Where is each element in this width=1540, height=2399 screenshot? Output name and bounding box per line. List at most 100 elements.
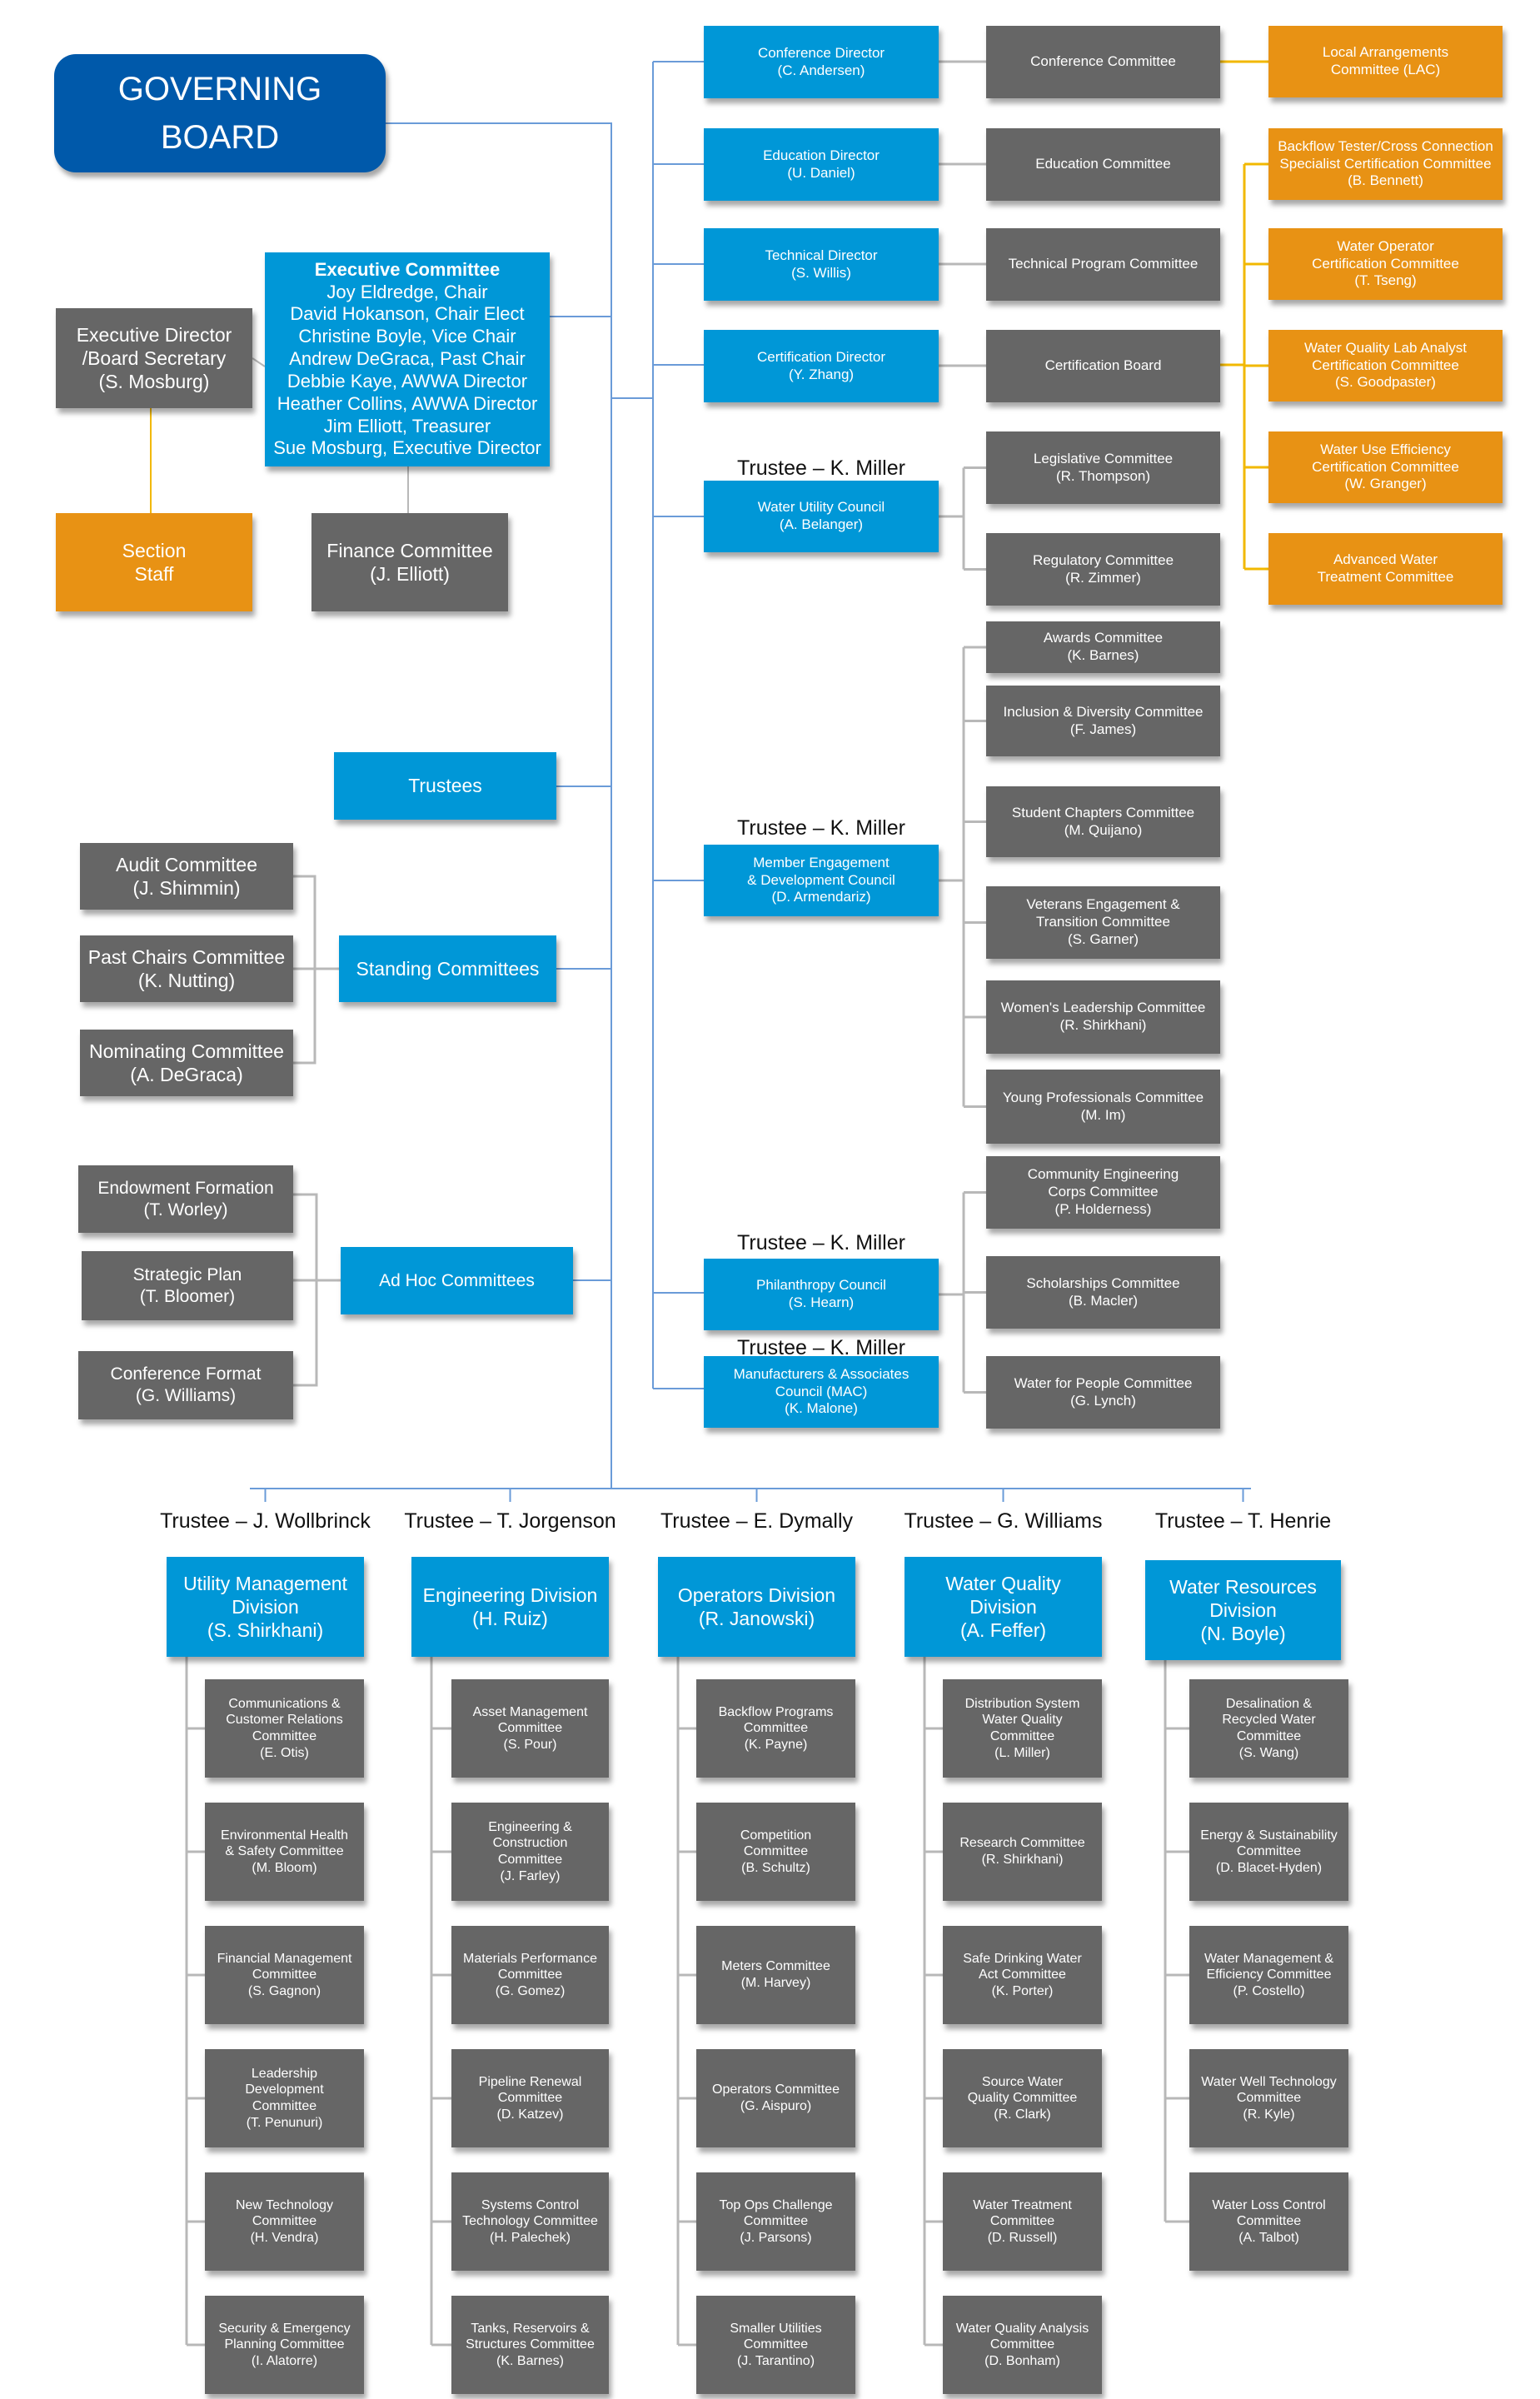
executive-committee[interactable]: Executive Committee Joy Eldredge, Chair Da…: [265, 252, 550, 466]
council-committee[interactable]: Awards Committee (K. Barnes): [986, 621, 1220, 673]
certification-committee[interactable]: Backflow Tester/Cross Connection Speciali…: [1268, 128, 1503, 200]
division-committee[interactable]: Water Quality Analysis Committee (D. Bonha…: [943, 2296, 1102, 2394]
director-committee[interactable]: Education Committee: [986, 128, 1220, 201]
director-committee[interactable]: Technical Program Committee: [986, 228, 1220, 301]
certification-committee[interactable]: Advanced Water Treatment Committee: [1268, 533, 1503, 605]
council-committee[interactable]: Scholarships Committee (B. Macler): [986, 1256, 1220, 1329]
division-committee[interactable]: Competition Committee (B. Schultz): [696, 1803, 855, 1901]
division-committee-text: Committee: [743, 1721, 809, 1736]
council-committee[interactable]: Legislative Committee (R. Thompson): [986, 431, 1220, 504]
division-committee-text: Recycled Water: [1222, 1713, 1316, 1728]
council-committee[interactable]: Inclusion & Diversity Committee (F. James…: [986, 686, 1220, 756]
division-box[interactable]: Water Quality Division (A. Feffer): [905, 1557, 1102, 1657]
standing-committee-item-text: Audit Committee: [115, 853, 257, 875]
division-committee[interactable]: Source Water Quality Committee (R. Clark): [943, 2049, 1102, 2147]
division-committee[interactable]: New Technology Committee (H. Vendra): [205, 2172, 364, 2271]
division-box[interactable]: Utility Management Division (S. Shirkhani): [167, 1557, 364, 1657]
council-box[interactable]: Water Utility Council (A. Belanger): [704, 481, 939, 552]
council-committee[interactable]: Regulatory Committee (R. Zimmer): [986, 533, 1220, 606]
division-committee[interactable]: Desalination & Recycled Water Committee (S.…: [1189, 1679, 1348, 1778]
executive-director[interactable]: Executive Director/Board Secretary (S. Mo…: [56, 308, 252, 408]
division-committee-text: (P. Costello): [1233, 1983, 1305, 1998]
standing-committee-item-text: Nominating Committee: [89, 1040, 284, 1062]
division-committee-text: (D. Katzev): [496, 2107, 564, 2122]
governing-board-text: BOARD: [160, 119, 280, 156]
division-box[interactable]: Engineering Division (H. Ruiz): [411, 1557, 609, 1657]
division-committee[interactable]: Financial Management Committee (S. Gagnon): [205, 1926, 364, 2024]
standing-committee-item[interactable]: Nominating Committee (A. DeGraca): [80, 1030, 293, 1096]
division-committee[interactable]: Environmental Health & Safety Committee (M…: [205, 1803, 364, 1901]
division-box-text: Engineering Division: [422, 1584, 598, 1606]
division-committee[interactable]: Top Ops Challenge Committee (J. Parsons): [696, 2172, 855, 2271]
council-committee-text: Corps Committee: [1048, 1184, 1159, 1200]
division-committee[interactable]: Asset Management Committee (S. Pour): [451, 1679, 609, 1778]
council-box-text: Council (MAC): [775, 1383, 868, 1399]
director-box[interactable]: Education Director (U. Daniel): [704, 128, 939, 201]
division-committee-text: & Safety Committee: [225, 1844, 344, 1859]
council-committee[interactable]: Women's Leadership Committee (R. Shirkhan…: [986, 980, 1220, 1054]
ad-hoc-committees[interactable]: Ad Hoc Committees: [341, 1247, 573, 1314]
division-committee[interactable]: Research Committee (R. Shirkhani): [943, 1803, 1102, 1901]
division-committee[interactable]: Water Management & Efficiency Committee (P…: [1189, 1926, 1348, 2024]
division-committee[interactable]: Communications & Customer Relations Commit…: [205, 1679, 364, 1778]
division-committee-text: Development: [245, 2082, 324, 2097]
council-committee[interactable]: Community Engineering Corps Committee (P. …: [986, 1156, 1220, 1229]
governing-board[interactable]: GOVERNING BOARD: [54, 54, 386, 172]
council-committee[interactable]: Water for People Committee (G. Lynch): [986, 1356, 1220, 1429]
division-committee[interactable]: Leadership Development Committee (T. Penunu…: [205, 2049, 364, 2147]
council-committee[interactable]: Veterans Engagement & Transition Committe…: [986, 886, 1220, 959]
ad-hoc-committee-item[interactable]: Strategic Plan (T. Bloomer): [82, 1251, 293, 1320]
council-committee[interactable]: Young Professionals Committee (M. Im): [986, 1070, 1220, 1144]
council-box[interactable]: Member Engagement & Development Council (D…: [704, 845, 939, 916]
division-committee[interactable]: Distribution System Water Quality Committe…: [943, 1679, 1102, 1778]
division-committee-text: Communications &: [228, 1696, 341, 1711]
ad-hoc-committee-item[interactable]: Conference Format (G. Williams): [78, 1351, 293, 1419]
division-box[interactable]: Operators Division (R. Janowski): [658, 1557, 855, 1657]
exec-director-link: [252, 357, 266, 367]
division-committee[interactable]: Water Well Technology Committee (R. Kyle): [1189, 2049, 1348, 2147]
director-box[interactable]: Certification Director (Y. Zhang): [704, 330, 939, 402]
certification-committee[interactable]: Local Arrangements Committee (LAC): [1268, 26, 1503, 97]
division-committee[interactable]: Operators Committee (G. Aispuro): [696, 2049, 855, 2147]
ad-hoc-committee-item[interactable]: Endowment Formation (T. Worley): [78, 1165, 293, 1233]
director-box[interactable]: Conference Director (C. Andersen): [704, 26, 939, 98]
division-committee[interactable]: Pipeline Renewal Committee (D. Katzev): [451, 2049, 609, 2147]
director-committee[interactable]: Certification Board: [986, 330, 1220, 402]
division-committee[interactable]: Safe Drinking Water Act Committee (K. Port…: [943, 1926, 1102, 2024]
division-committee[interactable]: Backflow Programs Committee (K. Payne): [696, 1679, 855, 1778]
certification-committee-text: Treatment Committee: [1317, 569, 1454, 585]
division-committee[interactable]: Water Treatment Committee (D. Russell): [943, 2172, 1102, 2271]
council-box[interactable]: Philanthropy Council (S. Hearn): [704, 1259, 939, 1330]
division-trustee-label: Trustee – E. Dymally: [660, 1509, 854, 1533]
council-box[interactable]: Manufacturers & Associates Council (MAC)(…: [704, 1356, 939, 1428]
section-staff[interactable]: Section Staff: [56, 513, 252, 611]
division-box[interactable]: Water Resources Division (N. Boyle): [1145, 1560, 1341, 1660]
division-committee-text: (S. Gagnon): [247, 1983, 321, 1998]
standing-committee-item[interactable]: Past Chairs Committee (K. Nutting): [80, 935, 293, 1002]
division-committee[interactable]: Materials Performance Committee (G. Gomez): [451, 1926, 609, 2024]
executive-committee-member: Sue Mosburg, Executive Director: [273, 437, 541, 459]
director-committee-text: Education Committee: [1035, 156, 1171, 172]
division-committee[interactable]: Systems Control Technology Committee (H. P…: [451, 2172, 609, 2271]
standing-committee-item[interactable]: Audit Committee (J. Shimmin): [80, 843, 293, 910]
division-committee[interactable]: Water Loss Control Committee (A. Talbot): [1189, 2172, 1348, 2271]
director-box-text: Certification Director: [757, 348, 885, 365]
director-box[interactable]: Technical Director (S. Willis): [704, 228, 939, 301]
council-committee[interactable]: Student Chapters Committee (M. Quijano): [986, 786, 1220, 857]
ad-hoc-committee-item-text: (G. Williams): [135, 1386, 237, 1405]
division-committee[interactable]: Meters Committee (M. Harvey): [696, 1926, 855, 2024]
division-committee[interactable]: Smaller Utilities Committee (J. Tarantino): [696, 2296, 855, 2394]
certification-committee[interactable]: Water Quality Lab Analyst Certification C…: [1268, 330, 1503, 401]
director-committee[interactable]: Conference Committee: [986, 26, 1220, 98]
finance-committee[interactable]: Finance Committee (J. Elliott): [311, 513, 508, 611]
trustees[interactable]: Trustees: [334, 752, 556, 820]
executive-director-text: /Board Secretary: [82, 347, 227, 369]
division-committee[interactable]: Security & Emergency Planning Committee (I…: [205, 2296, 364, 2394]
division-committee[interactable]: Tanks, Reservoirs & Structures Committee(…: [451, 2296, 609, 2394]
standing-committees[interactable]: Standing Committees: [339, 935, 556, 1002]
division-committee[interactable]: Engineering & Construction Committee (J. Fa…: [451, 1803, 609, 1901]
division-committee[interactable]: Energy & Sustainability Committee (D. Blac…: [1189, 1803, 1348, 1901]
certification-committee[interactable]: Water Use Efficiency Certification Commit…: [1268, 431, 1503, 503]
certification-committee[interactable]: Water Operator Certification Committee (T.…: [1268, 228, 1503, 300]
director-committee-text: Technical Program Committee: [1008, 256, 1199, 272]
